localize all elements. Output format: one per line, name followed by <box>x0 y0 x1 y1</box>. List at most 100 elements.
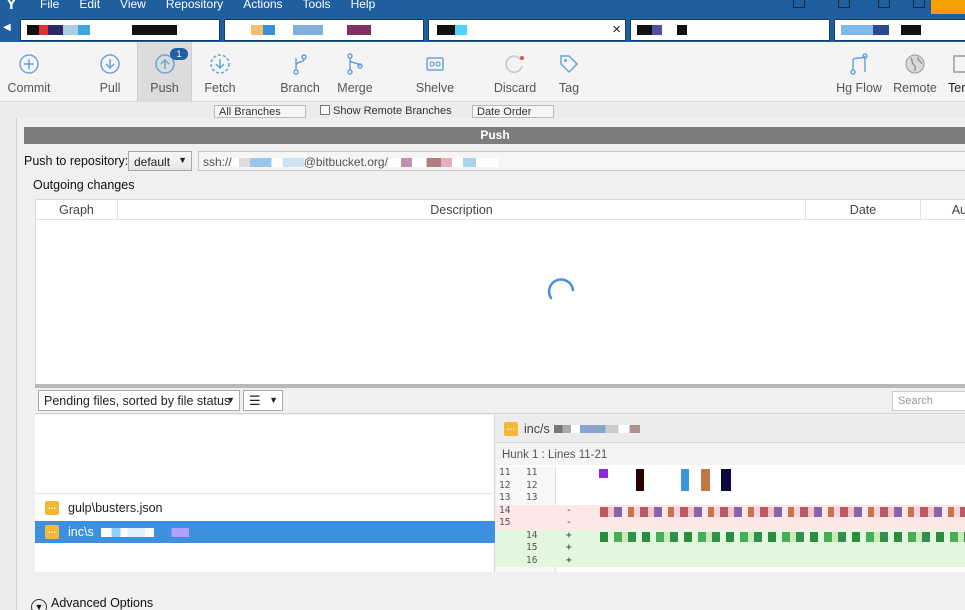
files-pane: … gulp\busters.json … inc\s <box>35 415 495 572</box>
branch-button[interactable]: Branch <box>272 42 328 102</box>
column-date[interactable]: Date <box>806 200 921 220</box>
main-toolbar: Commit Pull 1 Push Fetch Branch Merge Sh… <box>0 42 965 102</box>
hgflow-button[interactable]: Hg Flow <box>832 42 886 102</box>
branch-icon <box>293 54 307 75</box>
diff-sign: - <box>566 517 572 528</box>
push-dialog: Push Push to repository: default ▼ ssh:/… <box>16 118 965 610</box>
show-remote-branches-toggle[interactable]: Show Remote Branches <box>316 105 464 118</box>
discard-button[interactable]: Discard <box>486 42 544 102</box>
menu-repository[interactable]: Repository <box>166 0 223 11</box>
push-button[interactable]: 1 Push <box>137 42 192 102</box>
branches-filter[interactable]: All Branches <box>214 105 306 118</box>
file-item[interactable]: … gulp\busters.json <box>35 497 495 519</box>
view-mode-select[interactable]: ☰ ▼ <box>243 390 283 411</box>
diff-sign: + <box>566 529 572 541</box>
terminal-icon <box>953 55 965 73</box>
remote-label: Remote <box>893 81 937 95</box>
terminal-button[interactable]: Term <box>944 42 965 102</box>
diff-line: 13 13 <box>496 492 965 505</box>
pull-label: Pull <box>99 81 121 95</box>
window-icon[interactable] <box>838 0 850 8</box>
app-logo-icon: Y <box>6 0 17 13</box>
pending-files-bar: Pending files, sorted by file status ▼ ☰… <box>35 388 965 414</box>
repository-url-field[interactable]: ssh:// @bitbucket.org/ <box>198 151 965 171</box>
order-filter[interactable]: Date Order <box>472 105 554 118</box>
diff-lines: 11 11 12 12 13 13 14 - 15 - 14 + 15 + 16 + <box>496 467 965 572</box>
remote-button[interactable]: Remote <box>890 42 940 102</box>
list-view-icon: ☰ <box>249 393 261 408</box>
menu-view[interactable]: View <box>120 0 146 11</box>
tab-scroll-left-icon[interactable]: ◀ <box>3 22 17 38</box>
menu-help[interactable]: Help <box>351 0 376 11</box>
menu-bar: Y File Edit View Repository Actions Tool… <box>0 0 965 18</box>
commit-button[interactable]: Commit <box>0 42 58 102</box>
push-label: Push <box>150 81 179 95</box>
pending-files-sort-value: Pending files, sorted by file status <box>44 394 231 408</box>
redacted-text <box>231 158 304 167</box>
tag-button[interactable]: Tag <box>546 42 592 102</box>
url-host: @bitbucket.org/ <box>303 155 388 169</box>
column-description[interactable]: Description <box>118 200 806 220</box>
diff-line-added: 15 + <box>496 542 965 555</box>
new-line-number: 16 <box>526 554 538 566</box>
repo-tab[interactable] <box>224 19 424 41</box>
old-line-number: 11 <box>499 467 511 478</box>
window-icon[interactable] <box>793 0 805 8</box>
repo-tab-bar: ◀ × <box>0 18 965 42</box>
discard-icon <box>505 55 524 74</box>
hgflow-label: Hg Flow <box>836 81 882 95</box>
column-author[interactable]: Au <box>921 200 965 220</box>
redacted-text <box>637 25 687 35</box>
advanced-options-toggle[interactable]: ▼ Advanced Options <box>31 596 153 610</box>
commit-label: Commit <box>7 81 51 95</box>
redacted-text <box>841 25 921 35</box>
hunk-header: Hunk 1 : Lines 11-21 <box>496 443 965 465</box>
shelve-button[interactable]: Shelve <box>406 42 464 102</box>
diff-sign: + <box>566 542 572 553</box>
pull-icon <box>100 54 120 74</box>
file-name: inc\s <box>68 525 94 539</box>
window-icon[interactable] <box>913 0 925 8</box>
diff-file-header: … inc/s <box>496 415 965 443</box>
branch-label: Branch <box>280 81 320 95</box>
merge-label: Merge <box>337 81 373 95</box>
repo-tab[interactable] <box>630 19 830 41</box>
file-item-selected[interactable]: … inc\s <box>35 521 495 543</box>
menu-file[interactable]: File <box>40 0 59 11</box>
window-icon[interactable] <box>878 0 890 8</box>
repo-tab[interactable] <box>20 19 220 41</box>
repo-tab-active[interactable]: × <box>428 19 626 41</box>
merge-button[interactable]: Merge <box>328 42 382 102</box>
redacted-text <box>387 158 498 167</box>
repository-select[interactable]: default ▼ <box>128 151 192 171</box>
outgoing-changes-list[interactable]: Graph Description Date Au <box>35 199 965 386</box>
modified-file-icon: … <box>504 422 518 436</box>
chevron-down-icon: ▼ <box>31 599 47 610</box>
new-line-number: 11 <box>526 467 538 478</box>
old-line-number: 15 <box>499 517 511 528</box>
fetch-button[interactable]: Fetch <box>194 42 246 102</box>
diff-file-name: inc/s <box>524 422 550 436</box>
redacted-text <box>554 425 640 433</box>
repo-tab[interactable] <box>834 19 965 41</box>
diff-line-removed: 14 - <box>496 504 965 527</box>
column-graph[interactable]: Graph <box>36 200 118 220</box>
pull-button[interactable]: Pull <box>84 42 136 102</box>
chevron-down-icon: ▼ <box>269 395 278 405</box>
search-input[interactable]: Search <box>892 391 965 411</box>
diff-line: 12 12 <box>496 468 965 493</box>
menu-edit[interactable]: Edit <box>79 0 100 11</box>
notification-icon[interactable] <box>931 0 965 14</box>
diff-sign: + <box>566 554 572 566</box>
menu-actions[interactable]: Actions <box>243 0 282 11</box>
redacted-code <box>599 469 608 478</box>
old-line-number: 14 <box>499 504 511 516</box>
commit-icon <box>19 54 39 74</box>
shelve-icon <box>426 57 444 71</box>
pending-files-sort-select[interactable]: Pending files, sorted by file status ▼ <box>38 390 240 411</box>
loading-spinner-icon <box>547 278 575 300</box>
close-tab-icon[interactable]: × <box>612 21 621 38</box>
terminal-label: Term <box>948 81 965 95</box>
menu-tools[interactable]: Tools <box>303 0 331 11</box>
diff-line-added: 14 + <box>496 529 965 552</box>
